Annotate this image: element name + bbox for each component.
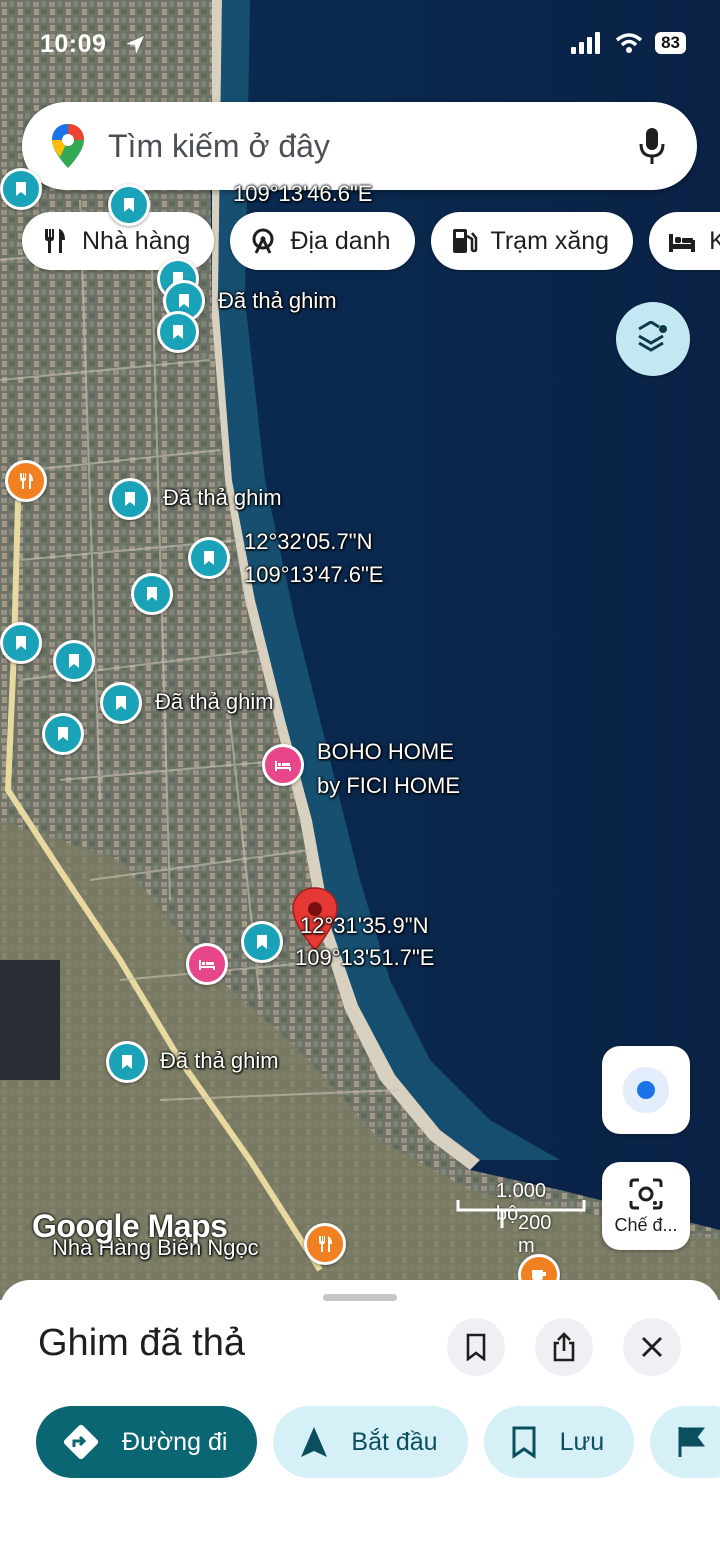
bookmark-icon <box>16 636 26 650</box>
chip-gas-stations[interactable]: Trạm xăng <box>430 212 634 270</box>
red-pin-lat-label: 12°31'35.9"N <box>300 913 429 938</box>
coordinate-label-lat: 12°32'05.7"N <box>244 529 373 554</box>
coordinate-label: 109°13'46.6"E <box>233 181 373 206</box>
location-arrow-icon <box>126 36 144 54</box>
bookmark-icon <box>124 198 134 212</box>
fork-knife-icon <box>319 1236 332 1252</box>
bookmark-icon <box>16 182 26 196</box>
saved-pin-marker[interactable] <box>100 682 142 724</box>
hotel-marker[interactable] <box>186 943 228 985</box>
restaurant-marker[interactable] <box>5 460 47 502</box>
place-bottom-sheet[interactable]: Ghim đã thả Đường đi Bắt đầu Lưu <box>0 1280 720 1557</box>
bookmark-icon <box>173 325 183 339</box>
bookmark-icon <box>179 294 189 308</box>
battery-indicator: 83 <box>655 32 686 54</box>
map-view[interactable]: 10:09 83 Tìm kiếm ở đây Nhà hàng Địa dan… <box>0 0 720 1300</box>
bookmark-icon <box>122 1055 132 1069</box>
search-input[interactable]: Tìm kiếm ở đây <box>108 128 637 165</box>
camera-lens-icon <box>629 1178 663 1209</box>
google-maps-watermark: Google Maps <box>32 1208 228 1244</box>
layers-icon <box>638 321 667 352</box>
start-button[interactable]: Bắt đầu <box>273 1406 468 1478</box>
status-bar: 10:09 83 <box>0 28 720 64</box>
saved-pin-marker[interactable] <box>241 921 283 963</box>
saved-pin-marker[interactable] <box>0 168 42 210</box>
pin-label: Đã thả ghim <box>218 288 337 313</box>
bookmark-icon <box>147 587 157 601</box>
bed-icon <box>669 234 696 252</box>
saved-pin-marker[interactable] <box>42 713 84 755</box>
bookmark-icon <box>125 492 135 506</box>
google-maps-logo-icon <box>52 124 84 168</box>
red-pin-lon-label: 109°13'51.7"E <box>295 945 435 970</box>
share-icon <box>553 1332 575 1362</box>
lens-mode-button[interactable]: Chế đ... <box>602 1162 690 1250</box>
fork-knife-icon <box>45 229 65 253</box>
layers-button[interactable] <box>616 302 690 376</box>
bed-icon <box>199 960 215 970</box>
bookmark-icon <box>512 1426 536 1459</box>
bookmark-outline-icon <box>466 1333 486 1361</box>
bookmark-icon <box>69 654 79 668</box>
cellular-signal-icon <box>571 32 601 54</box>
location-dot-icon <box>637 1081 655 1099</box>
coordinate-label-lon: 109°13'47.6"E <box>244 562 384 587</box>
status-time: 10:09 <box>40 30 107 58</box>
lens-mode-label: Chế đ... <box>614 1214 678 1235</box>
hotel-marker[interactable] <box>262 744 304 786</box>
drag-handle[interactable] <box>323 1294 397 1301</box>
directions-icon <box>63 1424 99 1460</box>
saved-pin-marker[interactable] <box>188 537 230 579</box>
flag-icon <box>678 1427 706 1457</box>
saved-pin-marker[interactable] <box>106 1041 148 1083</box>
bookmark-icon <box>116 696 126 710</box>
chip-landmarks[interactable]: Địa danh <box>230 212 415 270</box>
saved-pin-marker[interactable] <box>131 573 173 615</box>
flag-button[interactable] <box>650 1406 720 1478</box>
hotel-label-line2: by FICI HOME <box>317 773 461 798</box>
search-bar[interactable]: Tìm kiếm ở đây <box>22 102 697 190</box>
saved-pin-marker[interactable] <box>53 640 95 682</box>
bookmark-icon <box>204 551 214 565</box>
saved-pin-marker[interactable] <box>0 622 42 664</box>
microphone-icon[interactable] <box>637 126 667 166</box>
share-button[interactable] <box>535 1318 593 1376</box>
saved-pin-marker[interactable] <box>108 184 150 226</box>
close-icon <box>642 1337 662 1357</box>
bookmark-icon <box>58 727 68 741</box>
pin-label: Đã thả ghim <box>160 1048 279 1073</box>
gas-pump-icon <box>452 229 477 253</box>
save-place-button[interactable]: Lưu <box>483 1406 635 1478</box>
pin-label: Đã thả ghim <box>155 689 274 714</box>
ferris-wheel-icon <box>252 228 274 254</box>
bookmark-icon <box>257 935 267 949</box>
fork-knife-icon <box>20 473 33 489</box>
my-location-button[interactable] <box>602 1046 690 1134</box>
place-title: Ghim đã thả <box>38 1322 245 1364</box>
close-button[interactable] <box>623 1318 681 1376</box>
hotel-label-line1: BOHO HOME <box>317 739 454 764</box>
saved-pin-marker[interactable] <box>157 311 199 353</box>
save-button[interactable] <box>447 1318 505 1376</box>
wifi-icon <box>615 33 643 53</box>
saved-pin-marker[interactable] <box>109 478 151 520</box>
directions-button[interactable]: Đường đi <box>36 1406 258 1478</box>
navigation-arrow-icon <box>301 1427 328 1457</box>
pin-label: Đã thả ghim <box>163 485 282 510</box>
restaurant-marker[interactable] <box>304 1223 346 1265</box>
action-buttons: Đường đi Bắt đầu Lưu <box>36 1406 720 1478</box>
chip-hotels[interactable]: K <box>649 212 720 270</box>
bed-icon <box>275 761 291 771</box>
